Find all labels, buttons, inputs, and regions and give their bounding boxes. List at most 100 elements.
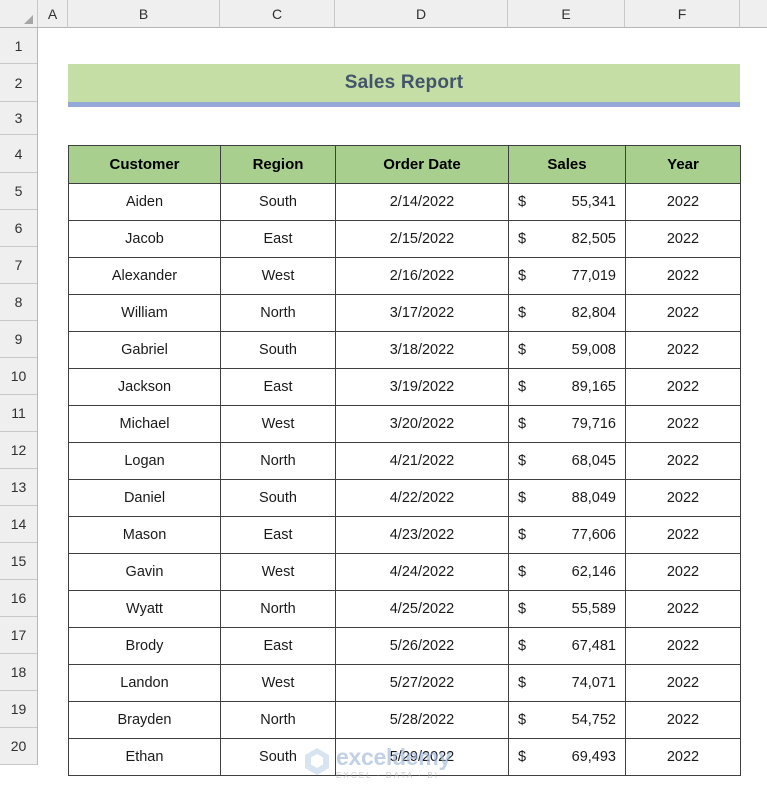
cell-year[interactable]: 2022 bbox=[626, 332, 741, 369]
cell-order-date[interactable]: 3/17/2022 bbox=[336, 295, 509, 332]
cell-order-date[interactable]: 3/18/2022 bbox=[336, 332, 509, 369]
cell-customer[interactable]: Jackson bbox=[69, 369, 221, 406]
row-header-13[interactable]: 13 bbox=[0, 469, 37, 506]
sales-report-title-cell[interactable]: Sales Report bbox=[68, 64, 740, 102]
cell-order-date[interactable]: 2/16/2022 bbox=[336, 258, 509, 295]
cell-order-date[interactable]: 5/26/2022 bbox=[336, 628, 509, 665]
select-all-corner[interactable] bbox=[0, 0, 38, 27]
row-header-9[interactable]: 9 bbox=[0, 321, 37, 358]
row-header-7[interactable]: 7 bbox=[0, 247, 37, 284]
cell-region[interactable]: South bbox=[221, 480, 336, 517]
cell-order-date[interactable]: 4/23/2022 bbox=[336, 517, 509, 554]
cell-region[interactable]: South bbox=[221, 332, 336, 369]
column-header-customer[interactable]: Customer bbox=[69, 146, 221, 184]
cell-customer[interactable]: Daniel bbox=[69, 480, 221, 517]
cell-customer[interactable]: Gavin bbox=[69, 554, 221, 591]
cell-year[interactable]: 2022 bbox=[626, 554, 741, 591]
cell-year[interactable]: 2022 bbox=[626, 258, 741, 295]
cell-sales[interactable]: $89,165 bbox=[509, 369, 626, 406]
cell-order-date[interactable]: 4/25/2022 bbox=[336, 591, 509, 628]
cell-sales[interactable]: $82,505 bbox=[509, 221, 626, 258]
cell-customer[interactable]: Jacob bbox=[69, 221, 221, 258]
column-header-a[interactable]: A bbox=[38, 0, 68, 27]
column-header-e[interactable]: E bbox=[508, 0, 625, 27]
cell-year[interactable]: 2022 bbox=[626, 628, 741, 665]
cell-region[interactable]: North bbox=[221, 702, 336, 739]
cell-customer[interactable]: Alexander bbox=[69, 258, 221, 295]
cell-year[interactable]: 2022 bbox=[626, 406, 741, 443]
cell-region[interactable]: West bbox=[221, 665, 336, 702]
column-header-b[interactable]: B bbox=[68, 0, 220, 27]
cell-order-date[interactable]: 4/21/2022 bbox=[336, 443, 509, 480]
row-header-15[interactable]: 15 bbox=[0, 543, 37, 580]
cell-customer[interactable]: Brody bbox=[69, 628, 221, 665]
cell-order-date[interactable]: 5/28/2022 bbox=[336, 702, 509, 739]
row-header-1[interactable]: 1 bbox=[0, 28, 37, 64]
row-header-12[interactable]: 12 bbox=[0, 432, 37, 469]
cell-year[interactable]: 2022 bbox=[626, 480, 741, 517]
cell-year[interactable]: 2022 bbox=[626, 221, 741, 258]
row-header-18[interactable]: 18 bbox=[0, 654, 37, 691]
cell-customer[interactable]: Aiden bbox=[69, 184, 221, 221]
cell-year[interactable]: 2022 bbox=[626, 591, 741, 628]
cell-region[interactable]: East bbox=[221, 517, 336, 554]
row-header-4[interactable]: 4 bbox=[0, 135, 37, 173]
cell-customer[interactable]: Wyatt bbox=[69, 591, 221, 628]
row-header-11[interactable]: 11 bbox=[0, 395, 37, 432]
cell-year[interactable]: 2022 bbox=[626, 517, 741, 554]
cell-region[interactable]: West bbox=[221, 554, 336, 591]
cell-sales[interactable]: $82,804 bbox=[509, 295, 626, 332]
cell-customer[interactable]: Ethan bbox=[69, 739, 221, 776]
cell-sales[interactable]: $79,716 bbox=[509, 406, 626, 443]
cell-region[interactable]: North bbox=[221, 295, 336, 332]
row-header-2[interactable]: 2 bbox=[0, 64, 37, 102]
cell-customer[interactable]: Michael bbox=[69, 406, 221, 443]
row-header-17[interactable]: 17 bbox=[0, 617, 37, 654]
cell-customer[interactable]: Gabriel bbox=[69, 332, 221, 369]
cell-customer[interactable]: Landon bbox=[69, 665, 221, 702]
cell-sales[interactable]: $54,752 bbox=[509, 702, 626, 739]
cell-order-date[interactable]: 4/24/2022 bbox=[336, 554, 509, 591]
cell-sales[interactable]: $67,481 bbox=[509, 628, 626, 665]
cell-order-date[interactable]: 2/15/2022 bbox=[336, 221, 509, 258]
row-header-6[interactable]: 6 bbox=[0, 210, 37, 247]
cell-year[interactable]: 2022 bbox=[626, 369, 741, 406]
cell-sales[interactable]: $55,589 bbox=[509, 591, 626, 628]
cell-customer[interactable]: Logan bbox=[69, 443, 221, 480]
cell-sales[interactable]: $88,049 bbox=[509, 480, 626, 517]
row-header-10[interactable]: 10 bbox=[0, 358, 37, 395]
cell-sales[interactable]: $77,606 bbox=[509, 517, 626, 554]
row-header-16[interactable]: 16 bbox=[0, 580, 37, 617]
cell-year[interactable]: 2022 bbox=[626, 739, 741, 776]
cell-year[interactable]: 2022 bbox=[626, 443, 741, 480]
cell-order-date[interactable]: 5/29/2022 bbox=[336, 739, 509, 776]
cell-region[interactable]: West bbox=[221, 406, 336, 443]
cell-order-date[interactable]: 3/20/2022 bbox=[336, 406, 509, 443]
column-header-f[interactable]: F bbox=[625, 0, 740, 27]
cell-region[interactable]: South bbox=[221, 739, 336, 776]
row-header-14[interactable]: 14 bbox=[0, 506, 37, 543]
cell-order-date[interactable]: 2/14/2022 bbox=[336, 184, 509, 221]
cell-sales[interactable]: $55,341 bbox=[509, 184, 626, 221]
row-header-5[interactable]: 5 bbox=[0, 173, 37, 210]
cell-region[interactable]: West bbox=[221, 258, 336, 295]
cell-sales[interactable]: $77,019 bbox=[509, 258, 626, 295]
cell-year[interactable]: 2022 bbox=[626, 665, 741, 702]
column-header-c[interactable]: C bbox=[220, 0, 335, 27]
row-header-20[interactable]: 20 bbox=[0, 728, 37, 765]
column-header-sales[interactable]: Sales bbox=[509, 146, 626, 184]
cell-sales[interactable]: $59,008 bbox=[509, 332, 626, 369]
column-header-year[interactable]: Year bbox=[626, 146, 741, 184]
cell-sales[interactable]: $74,071 bbox=[509, 665, 626, 702]
cell-region[interactable]: South bbox=[221, 184, 336, 221]
cell-region[interactable]: East bbox=[221, 221, 336, 258]
cell-region[interactable]: North bbox=[221, 443, 336, 480]
cell-year[interactable]: 2022 bbox=[626, 702, 741, 739]
column-header-region[interactable]: Region bbox=[221, 146, 336, 184]
cell-year[interactable]: 2022 bbox=[626, 295, 741, 332]
cell-region[interactable]: East bbox=[221, 628, 336, 665]
cell-sales[interactable]: $68,045 bbox=[509, 443, 626, 480]
cell-customer[interactable]: Brayden bbox=[69, 702, 221, 739]
cell-order-date[interactable]: 4/22/2022 bbox=[336, 480, 509, 517]
cell-region[interactable]: North bbox=[221, 591, 336, 628]
